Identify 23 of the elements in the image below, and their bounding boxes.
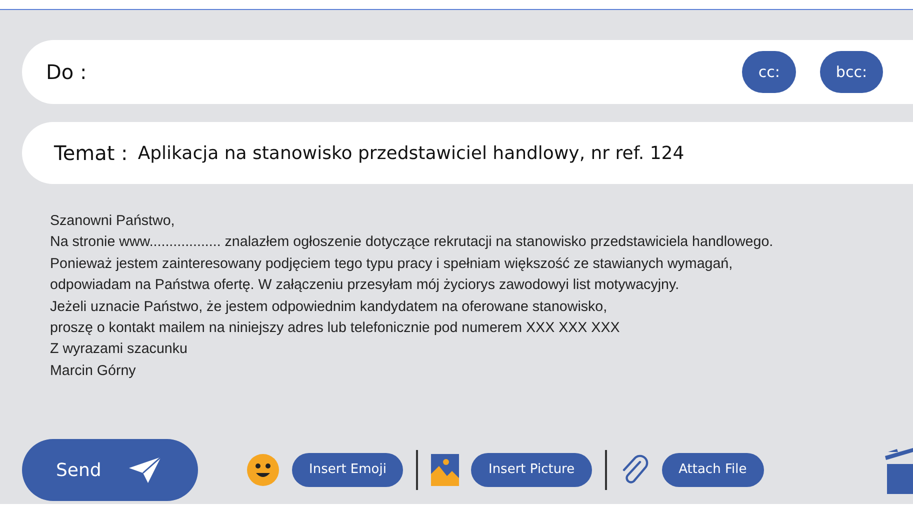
- message-line: odpowiadam na Państwa ofertę. W załączeniu przesyłam mój życiorys zawodowyi list motywacyjny.: [50, 276, 680, 296]
- message-line: Szanowni Państwo,: [50, 212, 176, 231]
- message-line: Jeżeli uznacie Państwo, że jestem odpowiednim kandydatem na oferowane stanowisko,: [50, 298, 608, 317]
- recipient-field[interactable]: Do : cc: bcc:: [22, 40, 913, 104]
- message-line: Z wyrazami szacunku: [50, 340, 188, 360]
- message-line: proszę o kontakt mailem na niniejszy adres lub telefonicznie pod numerem XXX XXX XXX: [50, 319, 621, 338]
- attach-button[interactable]: Attach File: [662, 453, 764, 487]
- recipient-label: Do :: [46, 59, 87, 86]
- send-button[interactable]: Send: [22, 439, 198, 501]
- message-line: Ponieważ jestem zainteresowany podjęciem tego typu pracy i spełniam większość ze stawianych wymagań,: [50, 254, 734, 274]
- message-line: Marcin Górny: [50, 362, 137, 381]
- emoji-button[interactable]: Insert Emoji: [292, 453, 404, 487]
- subject-text: Aplikacja na stanowisko przedstawiciel handlowy, nr ref. 124: [138, 142, 684, 166]
- image-icon[interactable]: [431, 454, 460, 486]
- trash-icon[interactable]: [883, 446, 913, 494]
- message-line: Na stronie www.................. znalazłem ogłoszenie dotyczące rekrutacji na stanowisko przedstawiciela handlowego.: [50, 233, 774, 252]
- copy-recipient-button[interactable]: cc:: [742, 51, 796, 93]
- subject-field[interactable]: Temat : Aplikacja na stanowisko przedstawiciel handlowy, nr ref. 124: [22, 122, 913, 184]
- copy-recipient-button[interactable]: bcc:: [820, 51, 883, 93]
- paper-plane-icon: [128, 456, 162, 484]
- smiley-icon[interactable]: [246, 453, 280, 487]
- picture-button[interactable]: Insert Picture: [471, 453, 592, 487]
- subject-label: Temat :: [54, 140, 128, 167]
